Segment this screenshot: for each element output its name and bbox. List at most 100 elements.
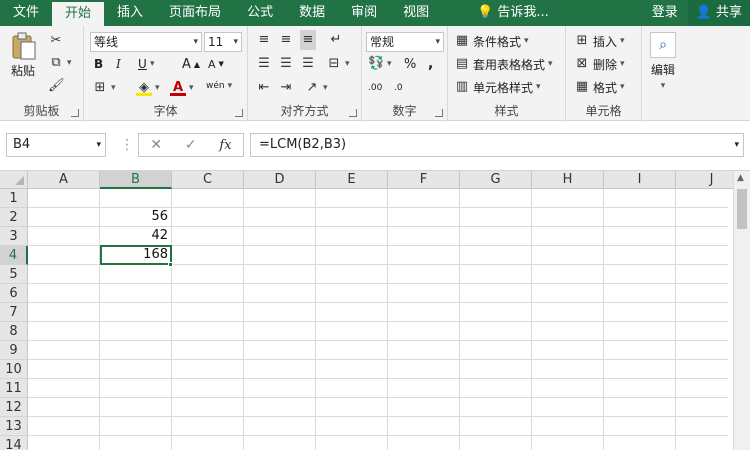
font-color-button[interactable]: A ▾ xyxy=(170,78,194,98)
dialog-launcher-icon[interactable] xyxy=(235,109,243,117)
formula-input[interactable]: =LCM(B2,B3) ▾ xyxy=(250,133,744,157)
column-header-i[interactable]: I xyxy=(604,171,676,189)
column-header-g[interactable]: G xyxy=(460,171,532,189)
row-header-5[interactable]: 5 xyxy=(0,265,28,284)
editing-button[interactable]: ⌕ 编辑 ▾ xyxy=(650,32,676,92)
vertical-scrollbar[interactable]: ▲ xyxy=(733,171,750,450)
align-center-button[interactable]: ☰ xyxy=(278,54,294,74)
chevron-up-icon[interactable]: ▲ xyxy=(737,173,744,183)
row-header-14[interactable]: 14 xyxy=(0,436,28,450)
dialog-launcher-icon[interactable] xyxy=(435,109,443,117)
row-header-6[interactable]: 6 xyxy=(0,284,28,303)
row-header-1[interactable]: 1 xyxy=(0,189,28,208)
select-all-corner[interactable] xyxy=(0,171,28,189)
row-header-4[interactable]: 4 xyxy=(0,246,28,265)
align-left-button[interactable]: ☰ xyxy=(256,54,272,74)
editing-label: 编辑 xyxy=(650,63,675,77)
cell-b3[interactable]: 42 xyxy=(100,226,172,246)
format-painter-button[interactable]: 🖌 xyxy=(48,76,65,96)
font-size-select[interactable]: 11 ▾ xyxy=(204,32,242,52)
increase-decimal-label: .00 xyxy=(368,83,383,93)
increase-indent-button[interactable]: ⇥ xyxy=(278,78,294,98)
column-header-d[interactable]: D xyxy=(244,171,316,189)
name-box[interactable]: B4 ▾ xyxy=(6,133,106,157)
tab-file[interactable]: 文件 xyxy=(0,0,52,26)
row-header-13[interactable]: 13 xyxy=(0,417,28,436)
merge-center-button[interactable]: ⊟ ▾ xyxy=(326,54,350,74)
tab-formulas[interactable]: 公式 xyxy=(234,0,286,26)
tab-view[interactable]: 视图 xyxy=(390,0,442,26)
comma-button[interactable]: , xyxy=(428,54,433,74)
styles-group-label: 样式 xyxy=(494,104,519,118)
column-header-a[interactable]: A xyxy=(28,171,100,189)
underline-button[interactable]: U xyxy=(138,54,147,74)
italic-button[interactable]: I xyxy=(116,54,121,74)
column-header-h[interactable]: H xyxy=(532,171,604,189)
column-header-f[interactable]: F xyxy=(388,171,460,189)
grow-font-button[interactable]: A ▲ xyxy=(182,54,200,74)
cell-b4[interactable]: 168 xyxy=(100,245,172,265)
column-header-c[interactable]: C xyxy=(172,171,244,189)
underline-dropdown[interactable]: ▾ xyxy=(150,54,155,74)
conditional-formatting-label: 条件格式 xyxy=(473,34,522,49)
fill-color-button[interactable]: ◈ ▾ xyxy=(136,78,160,98)
tab-data[interactable]: 数据 xyxy=(286,0,338,26)
font-name-select[interactable]: 等线 ▾ xyxy=(90,32,202,52)
wrap-text-button[interactable]: ↵ xyxy=(328,30,344,50)
accounting-format-button[interactable]: 💱 ▾ xyxy=(368,54,392,74)
column-header-e[interactable]: E xyxy=(316,171,388,189)
shrink-font-button[interactable]: A ▼ xyxy=(208,54,224,74)
copy-button[interactable]: ⧉ ▾ xyxy=(48,53,71,73)
row-header-11[interactable]: 11 xyxy=(0,379,28,398)
percent-button[interactable]: % xyxy=(404,54,416,74)
format-cells-button[interactable]: ▦ 格式 ▾ xyxy=(574,77,625,97)
orientation-button[interactable]: ↗ ▾ xyxy=(304,78,328,98)
row-header-10[interactable]: 10 xyxy=(0,360,28,379)
paste-button[interactable]: 粘贴 xyxy=(10,32,36,82)
dialog-launcher-icon[interactable] xyxy=(71,109,79,117)
decrease-decimal-button[interactable]: .0 xyxy=(394,78,403,98)
tab-page-layout[interactable]: 页面布局 xyxy=(156,0,234,26)
align-top-button[interactable]: ≡ xyxy=(256,30,272,50)
row-header-8[interactable]: 8 xyxy=(0,322,28,341)
share-button[interactable]: 👤 共享 xyxy=(687,0,750,26)
insert-cells-button[interactable]: ⊞ 插入 ▾ xyxy=(574,31,625,51)
align-bottom-button[interactable]: ≡ xyxy=(300,30,316,50)
increase-decimal-button[interactable]: .00 xyxy=(368,78,382,98)
row-header-3[interactable]: 3 xyxy=(0,227,28,246)
conditional-formatting-button[interactable]: ▦ 条件格式 ▾ xyxy=(454,31,529,51)
column-header-b[interactable]: B xyxy=(100,171,172,189)
paste-label: 粘贴 xyxy=(10,64,35,78)
cut-button[interactable]: ✂ xyxy=(48,31,64,51)
cancel-icon[interactable]: ✕ xyxy=(150,137,162,153)
tab-review[interactable]: 审阅 xyxy=(338,0,390,26)
row-header-7[interactable]: 7 xyxy=(0,303,28,322)
insert-function-icon[interactable]: fx xyxy=(219,138,231,153)
row-header-9[interactable]: 9 xyxy=(0,341,28,360)
delete-cells-button[interactable]: ⊠ 删除 ▾ xyxy=(574,54,625,74)
cell-styles-button[interactable]: ▥ 单元格样式 ▾ xyxy=(454,77,541,97)
align-right-button[interactable]: ☰ xyxy=(300,54,316,74)
row-header-12[interactable]: 12 xyxy=(0,398,28,417)
format-as-table-button[interactable]: ▤ 套用表格格式 ▾ xyxy=(454,54,553,74)
cell-b2[interactable]: 56 xyxy=(100,207,172,227)
align-middle-button[interactable]: ≡ xyxy=(278,30,294,50)
fill-handle[interactable] xyxy=(168,262,173,267)
borders-button[interactable]: ⊞ ▾ xyxy=(92,78,116,98)
tab-insert[interactable]: 插入 xyxy=(104,0,156,26)
dialog-launcher-icon[interactable] xyxy=(349,109,357,117)
tell-me-box[interactable]: 💡 告诉我... xyxy=(464,0,562,26)
tab-home[interactable]: 开始 xyxy=(52,2,105,26)
row-header-2[interactable]: 2 xyxy=(0,208,28,227)
indent-icon: ⇥ xyxy=(280,80,292,95)
bold-button[interactable]: B xyxy=(94,54,103,74)
worksheet-grid[interactable]: A B C D E F G H I J 1 2 3 4 5 6 7 8 9 10 11 12 13 14 56 42 168 ▲ xyxy=(0,171,750,450)
phonetic-button[interactable]: wén ▾ xyxy=(206,76,232,96)
login-button[interactable]: 登录 xyxy=(642,0,688,26)
number-format-value: 常规 xyxy=(370,35,395,49)
scrollbar-thumb[interactable] xyxy=(737,189,747,229)
enter-icon[interactable]: ✓ xyxy=(185,137,197,153)
number-format-select[interactable]: 常规 ▾ xyxy=(366,32,444,52)
drag-handle-icon[interactable]: ⋮ xyxy=(120,137,134,153)
decrease-indent-button[interactable]: ⇤ xyxy=(256,78,272,98)
